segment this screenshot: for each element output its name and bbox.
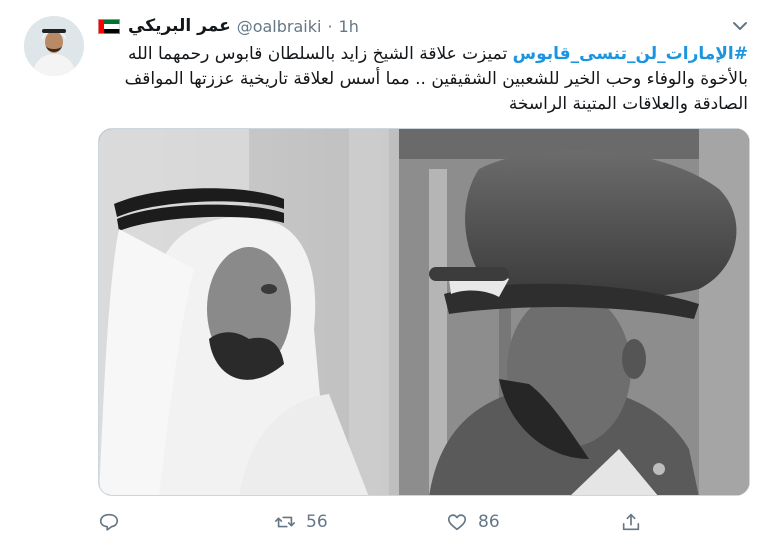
retweet-icon [275, 516, 295, 528]
tweet-text: #الإمارات_لن_تنسى_قابوس تميزت علاقة الشي… [98, 42, 748, 117]
hashtag-link[interactable]: #الإمارات_لن_تنسى_قابوس [513, 44, 748, 64]
share-icon [622, 513, 640, 531]
chevron-down-icon[interactable] [730, 16, 750, 36]
reply-icon [99, 513, 119, 531]
separator-dot: · [327, 16, 333, 36]
retweet-button[interactable]: 56 [274, 508, 328, 536]
like-button[interactable]: 86 [446, 508, 500, 536]
tweet-header: عمر البريكي @oalbraiki · 1h [98, 13, 359, 39]
tweet-card[interactable]: عمر البريكي @oalbraiki · 1h #الإمارات_لن… [0, 0, 768, 542]
tweet-actions: 56 86 [98, 508, 658, 538]
uae-flag-icon [98, 18, 120, 34]
reply-button[interactable] [98, 508, 120, 536]
retweet-count: 56 [306, 512, 328, 532]
tweet-timestamp[interactable]: 1h [339, 17, 359, 36]
like-count: 86 [478, 512, 500, 532]
author-handle[interactable]: @oalbraiki [237, 17, 322, 36]
author-display-name[interactable]: عمر البريكي [128, 16, 231, 36]
share-button[interactable] [620, 508, 642, 536]
avatar[interactable] [24, 16, 84, 76]
tweet-photo[interactable] [98, 128, 750, 496]
like-icon [447, 514, 467, 531]
